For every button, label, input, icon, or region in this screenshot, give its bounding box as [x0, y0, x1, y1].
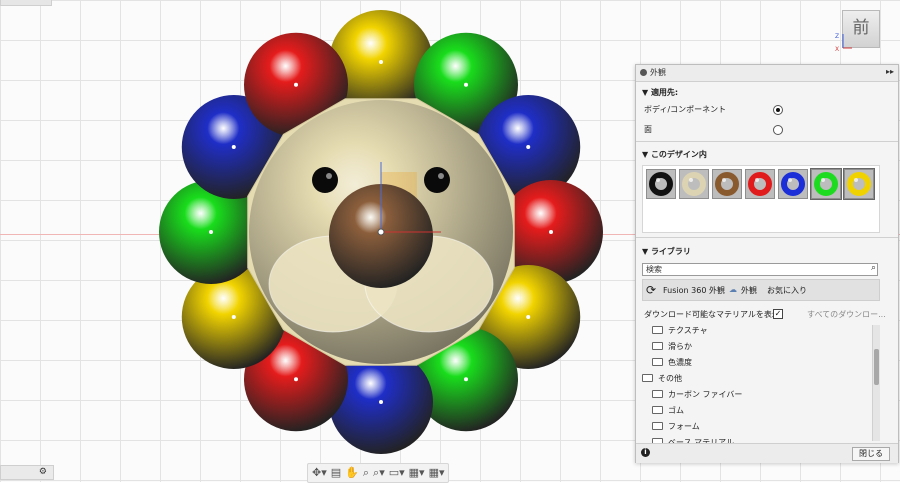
visual-style-icon[interactable]: ▦▾	[409, 465, 425, 481]
panel-header[interactable]: 外観 ▸▸	[636, 65, 898, 82]
swatch-blue[interactable]	[778, 169, 808, 199]
tree-folder[interactable]: 色濃度	[652, 357, 692, 368]
tree-folder-label: 色濃度	[668, 358, 692, 367]
cloud-icon: ☁	[729, 285, 737, 294]
folder-icon	[652, 406, 663, 414]
search-icon[interactable]: ⌕	[871, 263, 876, 273]
tree-scrollbar[interactable]	[872, 325, 880, 441]
svg-text:X: X	[835, 46, 839, 52]
folder-icon	[652, 390, 663, 398]
zoom-window-icon[interactable]: ⌕	[363, 465, 369, 481]
show-downloadable-checkbox[interactable]: ✓	[773, 309, 783, 319]
top-left-tab[interactable]	[0, 0, 52, 6]
zoom-icon[interactable]: ⌕▾	[373, 465, 385, 481]
svg-text:Z: Z	[835, 33, 839, 40]
tree-folder-label: 滑らか	[668, 342, 692, 351]
in-design-title[interactable]: ▼ このデザイン内	[642, 149, 707, 160]
viewcube-axes-icon: Z X	[835, 33, 852, 52]
ball-center-point	[231, 315, 236, 319]
option-face: 面	[644, 125, 652, 134]
right-eye	[424, 167, 450, 193]
swatch-red[interactable]	[745, 169, 775, 199]
panel-title: 外観	[650, 68, 666, 77]
ball-center-point	[549, 230, 553, 234]
ball-center-point	[526, 315, 531, 319]
left-eye-glint	[326, 173, 332, 179]
ball-center-point	[379, 400, 383, 404]
close-button[interactable]: 閉じる	[852, 447, 890, 461]
origin-point	[377, 228, 385, 236]
appearance-panel: 外観 ▸▸ ▼ 適用先: ボディ/コンポーネント 面 ▼ このデザイン内 ▼ ラ…	[635, 64, 899, 463]
bottom-left-bar[interactable]: ⚙	[0, 465, 54, 480]
library-title[interactable]: ▼ ライブラリ	[642, 246, 691, 257]
pan-icon[interactable]: ✋	[345, 465, 359, 481]
capture-icon[interactable]: ▤	[331, 465, 341, 481]
tab-favorites[interactable]: お気に入り	[767, 285, 807, 296]
tree-folder[interactable]: テクスチャ	[652, 325, 708, 336]
divider	[636, 237, 898, 238]
panel-footer: i 閉じる	[636, 443, 898, 463]
divider	[636, 141, 898, 142]
tree-folder[interactable]: 滑らか	[652, 341, 692, 352]
download-all-link[interactable]: すべてのダウンロー...	[807, 309, 886, 320]
folder-icon	[652, 422, 663, 430]
folder-icon	[652, 342, 663, 350]
ball-center-point	[526, 145, 531, 149]
folder-icon	[652, 326, 663, 334]
folder-icon	[652, 358, 663, 366]
ball-center-point	[231, 145, 236, 149]
settings-dot-icon[interactable]: ⚙	[39, 467, 47, 477]
swatch-brown[interactable]	[712, 169, 742, 199]
left-eye	[312, 167, 338, 193]
library-tabs: ⟳ Fusion 360 外観 ☁ 外観 お気に入り	[642, 279, 880, 301]
ball-center-point	[294, 82, 298, 87]
radio-face[interactable]	[773, 125, 783, 135]
tree-folder-label: カーボン ファイバー	[668, 390, 743, 399]
swatch-green[interactable]	[810, 168, 842, 200]
radio-body-component[interactable]	[773, 105, 783, 115]
ball-center-point	[294, 377, 298, 382]
apply-to-title[interactable]: ▼ 適用先:	[642, 87, 678, 98]
tree-folder[interactable]: カーボン ファイバー	[652, 389, 742, 400]
ball-center-point	[379, 60, 383, 64]
tree-folder-label: テクスチャ	[668, 326, 708, 335]
swatch-black[interactable]	[646, 169, 676, 199]
tree-folder-label: その他	[658, 374, 682, 383]
orbit-icon[interactable]: ✥▾	[312, 465, 327, 481]
tree-folder-label: ゴム	[668, 406, 684, 415]
option-body-component: ボディ/コンポーネント	[644, 105, 727, 114]
panel-gear-icon[interactable]	[640, 69, 647, 76]
navigation-toolbar: ✥▾ ▤ ✋ ⌕ ⌕▾ ▭▾ ▦▾ ▦▾	[307, 463, 450, 483]
scrollbar-thumb[interactable]	[874, 349, 879, 385]
folder-icon	[642, 374, 653, 382]
in-design-swatches	[642, 165, 880, 233]
library-search-input[interactable]: 検索 ⌕	[642, 263, 878, 276]
display-settings-icon[interactable]: ▭▾	[389, 465, 405, 481]
tab-appearance[interactable]: 外観	[741, 285, 757, 296]
grid-icon[interactable]: ▦▾	[429, 465, 445, 481]
show-downloadable-label: ダウンロード可能なマテリアルを表示	[644, 310, 780, 319]
tree-folder[interactable]: その他	[642, 373, 682, 384]
right-eye-glint	[438, 173, 444, 179]
swatch-yellow[interactable]	[843, 168, 875, 200]
ball-center-point	[464, 377, 468, 382]
tab-fusion360-appearance[interactable]: Fusion 360 外観	[663, 285, 725, 296]
lion-face	[247, 98, 515, 366]
info-icon[interactable]: i	[641, 448, 650, 457]
tree-folder[interactable]: ゴム	[652, 405, 684, 416]
tree-folder-label: フォーム	[668, 422, 700, 431]
refresh-icon[interactable]: ⟳	[646, 283, 656, 297]
ball-center-point	[209, 230, 213, 234]
expand-arrows-icon[interactable]: ▸▸	[886, 67, 894, 76]
ball-center-point	[464, 82, 468, 87]
tree-folder[interactable]: フォーム	[652, 421, 700, 432]
swatch-cream[interactable]	[679, 169, 709, 199]
